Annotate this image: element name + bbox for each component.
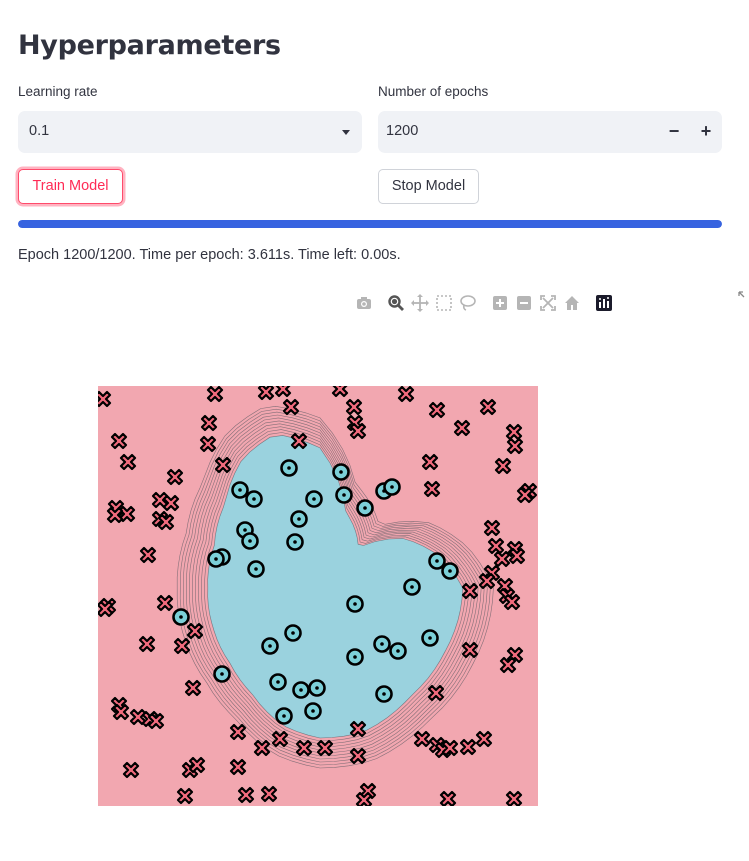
circle-marker <box>375 685 393 703</box>
camera-icon[interactable] <box>355 294 373 312</box>
circle-marker <box>231 481 249 499</box>
circle-marker <box>346 648 364 666</box>
circle-marker <box>292 681 310 699</box>
stop-model-button[interactable]: Stop Model <box>378 169 479 204</box>
circle-marker <box>403 578 421 596</box>
circle-marker <box>207 550 225 568</box>
circle-marker <box>332 463 350 481</box>
circle-marker <box>261 637 279 655</box>
circle-marker <box>304 702 322 720</box>
circle-marker <box>383 478 401 496</box>
circle-marker <box>305 490 323 508</box>
circle-marker <box>441 562 459 580</box>
circle-marker <box>286 533 304 551</box>
pan-icon[interactable] <box>411 294 429 312</box>
chevron-down-icon <box>342 130 350 135</box>
progress-fill <box>18 220 722 228</box>
epochs-label: Number of epochs <box>378 84 489 99</box>
epochs-value[interactable]: 1200 <box>386 123 418 139</box>
circle-marker <box>421 629 439 647</box>
fullscreen-icon[interactable] <box>738 290 749 302</box>
epochs-decrement-button[interactable]: − <box>658 111 690 153</box>
circle-marker <box>346 595 364 613</box>
circle-marker <box>275 707 293 725</box>
circle-marker <box>284 624 302 642</box>
zoom-in-icon[interactable] <box>491 294 509 312</box>
circle-marker <box>308 679 326 697</box>
zoom-icon[interactable] <box>387 294 405 312</box>
circle-marker <box>172 608 190 626</box>
learning-rate-select[interactable]: 0.1 <box>18 111 362 153</box>
circle-marker <box>335 486 353 504</box>
box-select-icon[interactable] <box>435 294 453 312</box>
circle-marker <box>245 490 263 508</box>
circle-marker <box>290 510 308 528</box>
epochs-input[interactable]: 1200 − + <box>378 111 722 153</box>
autoscale-icon[interactable] <box>539 294 557 312</box>
zoom-out-icon[interactable] <box>515 294 533 312</box>
learning-rate-label: Learning rate <box>18 84 98 99</box>
page-title: Hyperparameters <box>18 30 281 61</box>
decision-boundary-plot[interactable] <box>98 386 538 806</box>
training-progress-bar <box>18 220 722 228</box>
lasso-icon[interactable] <box>459 294 477 312</box>
plotly-logo-icon[interactable] <box>595 294 613 312</box>
circle-marker <box>269 673 287 691</box>
learning-rate-value: 0.1 <box>29 123 50 139</box>
circle-marker <box>356 499 374 517</box>
circle-marker <box>241 532 259 550</box>
train-model-button[interactable]: Train Model <box>18 169 123 204</box>
circle-marker <box>213 665 231 683</box>
epochs-increment-button[interactable]: + <box>690 111 722 153</box>
circle-marker <box>428 552 446 570</box>
circle-marker <box>280 459 298 477</box>
training-status: Epoch 1200/1200. Time per epoch: 3.611s.… <box>18 247 401 263</box>
circle-marker <box>247 560 265 578</box>
circle-marker <box>373 635 391 653</box>
reset-axes-icon[interactable] <box>563 294 581 312</box>
circle-marker <box>389 642 407 660</box>
